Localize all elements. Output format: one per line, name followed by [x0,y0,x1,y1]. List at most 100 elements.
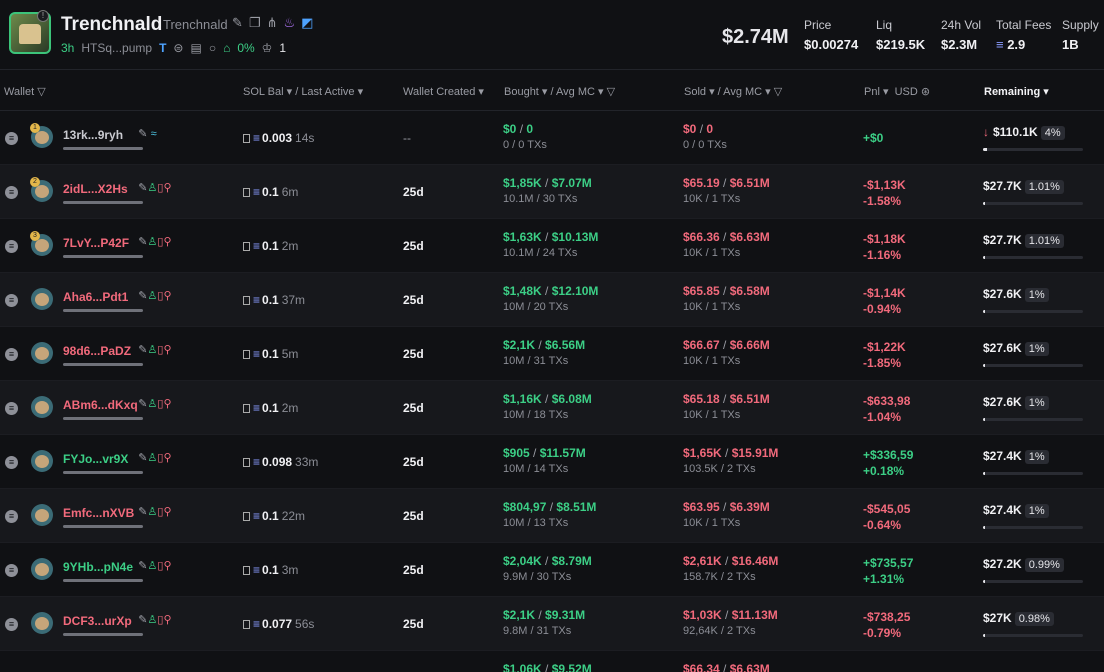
row-menu-icon[interactable]: ≡ [5,294,18,307]
remaining-cell: $27K 0.98% [983,611,1054,626]
col-remaining[interactable]: Remaining ▾ [984,85,1049,98]
table-row[interactable]: ≡ Emfc...nXVB ✎♙▯⚲ ≡ 0.1 22m 25d $804,97 / $8.5… [0,489,1104,543]
remaining-amount: $27.6K [983,395,1022,409]
stat-fees: Total Fees ≡ 2.9 [996,18,1051,52]
pnl-amount: -$545,05 [863,502,911,516]
remaining-bar-fill [983,634,985,637]
row-menu-icon[interactable]: ≡ [5,132,18,145]
row-menu-icon[interactable]: ≡ [5,186,18,199]
table-row[interactable]: ≡ 1 13rk...9ryh ✎ ≈ ≡ 0.003 14s -- $0 / 00 / 0 T… [0,111,1104,165]
wallet-address[interactable]: ABm6...dKxq [63,398,138,412]
edit-icon[interactable]: ✎ [138,344,147,356]
col-sol-bal[interactable]: SOL Bal ▾ / Last Active ▾ [243,85,363,98]
edit-icon[interactable]: ✎ [138,506,147,518]
row-menu-icon[interactable]: ≡ [5,402,18,415]
edit-icon[interactable]: ✎ [138,560,147,572]
crown-count: 1 [279,41,287,55]
currency-icon[interactable]: ⊛ [921,86,930,98]
row-menu-icon[interactable]: ≡ [5,618,18,631]
telegram-icon[interactable]: ◩ [301,15,313,31]
flame-icon[interactable]: ♨ [283,15,295,31]
filter-icon[interactable]: ▽ [37,86,45,98]
pnl-amount: -$738,25 [863,610,911,624]
token-header: ! Trenchnald Trenchnald ✎ ❐ ⋔ ♨ ◩ 3h HTS… [0,0,1104,70]
pnl-cell: -$1,18K -1.16% [863,231,906,263]
remaining-percent: 0.98% [1014,612,1054,626]
table-row[interactable]: ≡ 98d6...PaDZ ✎♙▯⚲ ≡ 0.1 5m 25d $2,1K / $6.56M 1… [0,327,1104,381]
token-address[interactable]: HTSq...pump [81,41,152,55]
col-sold-avg-label[interactable]: / Avg MC [718,86,762,98]
info-icon[interactable]: ! [37,10,49,22]
wallet-address[interactable]: 7LvY...P42F [63,236,129,250]
platform-icon[interactable]: T [159,41,166,55]
col-bought[interactable]: Bought ▾ / Avg MC ▾ ▽ [504,85,615,98]
bought-avg-mc: $11.57M [539,446,586,460]
wallet-address[interactable]: FYJo...vr9X [63,452,128,466]
edit-icon[interactable]: ✎ [138,236,147,248]
table-row[interactable]: ≡ FYJo...vr9X ✎♙▯⚲ ≡ 0.098 33m 25d $905 / $11.5… [0,435,1104,489]
wallet-address[interactable]: Aha6...Pdt1 [63,290,128,304]
wallet-address[interactable]: 2idL...X2Hs [63,182,128,196]
funding-icon: ⚲ [163,506,172,518]
row-menu-icon[interactable]: ≡ [5,564,18,577]
remaining-bar-fill [983,148,987,151]
col-sold[interactable]: Sold ▾ / Avg MC ▾ ▽ [684,85,782,98]
sold-cell: $2,61K / $16.46M 158.7K / 2 TXs [683,554,779,583]
col-usd-toggle[interactable]: USD [895,86,918,98]
user-check-icon: ♙ [147,398,158,410]
filter-icon[interactable]: ▽ [607,86,615,98]
menu-circle-icon[interactable]: ⊜ [173,41,183,55]
wallet-created: -- [403,131,411,145]
table-row[interactable]: ≡ Aha6...Pdt1 ✎♙▯⚲ ≡ 0.1 37m 25d $1,48K / $12.1… [0,273,1104,327]
search-icon[interactable]: ○ [209,41,216,55]
share-icon[interactable]: ⋔ [267,15,278,31]
edit-icon[interactable]: ✎ [138,614,147,626]
sold-txs: 10K / 1 TXs [683,517,741,529]
edit-icon[interactable]: ✎ [138,182,147,194]
arrow-down-icon: ↓ [983,125,989,139]
col-bought-avg-label[interactable]: / Avg MC [551,86,595,98]
wallet-address[interactable]: DCF3...urXp [63,614,132,628]
filter-icon[interactable]: ▽ [774,86,782,98]
copy-icon[interactable]: ❐ [249,15,261,31]
col-sol-label: SOL Bal [243,86,284,98]
remaining-bar [983,634,1083,637]
col-wallet[interactable]: Wallet ▽ [4,85,46,98]
chat-icon[interactable]: ▤ [190,41,201,55]
edit-icon[interactable]: ✎ [138,452,147,464]
stat-value: $219.5K [876,37,926,52]
table-row[interactable]: ≡ DCF3...urXp ✎♙▯⚲ ≡ 0.077 56s 25d $2,1K / $9.3… [0,597,1104,651]
rank-badge: 2 [30,177,40,187]
row-menu-icon[interactable]: ≡ [5,240,18,253]
edit-icon[interactable]: ✎ [138,128,147,140]
sold-txs: 10K / 1 TXs [683,301,741,313]
col-wallet-created[interactable]: Wallet Created ▾ [403,85,484,98]
col-last-active-label[interactable]: / Last Active [295,86,354,98]
pnl-percent: +1.31% [863,572,905,586]
table-row[interactable]: ≡ 3 7LvY...P42F ✎♙▯⚲ ≡ 0.1 2m 25d $1,63K / $10.1… [0,219,1104,273]
pnl-percent: -0.94% [863,302,902,316]
remaining-cell: $27.2K 0.99% [983,557,1064,572]
sol-balance: ≡ 0.1 3m [243,563,298,577]
edit-icon[interactable]: ✎ [232,15,243,31]
table-row[interactable]: ≡ ABm6...dKxq ✎♙▯⚲ ≡ 0.1 2m 25d $1,16K / $6.08M… [0,381,1104,435]
wallet-address[interactable]: 13rk...9ryh [63,128,123,142]
last-active: 2m [281,401,299,415]
sold-txs: 10K / 1 TXs [683,409,741,421]
table-row[interactable]: ≡$1,06K / $9.52M$66.34 / $6.63M-$757,28 [0,651,1104,672]
table-row[interactable]: ≡ 2 2idL...X2Hs ✎♙▯⚲ ≡ 0.1 6m 25d $1,85K / $7.07… [0,165,1104,219]
bought-txs: 10M / 18 TXs [503,409,569,421]
edit-icon[interactable]: ✎ [138,290,147,302]
row-menu-icon[interactable]: ≡ [5,348,18,361]
wallet-address[interactable]: 9YHb...pN4e [63,560,133,574]
edit-icon[interactable]: ✎ [138,398,147,410]
col-pnl[interactable]: Pnl ▾ USD ⊛ [864,85,930,98]
row-menu-icon[interactable]: ≡ [5,510,18,523]
wallet-address[interactable]: 98d6...PaDZ [63,344,131,358]
row-menu-icon[interactable]: ≡ [5,456,18,469]
pnl-percent: -1.04% [863,410,902,424]
wallet-address[interactable]: Emfc...nXVB [63,506,134,520]
remaining-bar [983,364,1083,367]
bought-amount: $905 [503,446,530,460]
table-row[interactable]: ≡ 9YHb...pN4e ✎♙▯⚲ ≡ 0.1 3m 25d $2,04K / $8.79M… [0,543,1104,597]
